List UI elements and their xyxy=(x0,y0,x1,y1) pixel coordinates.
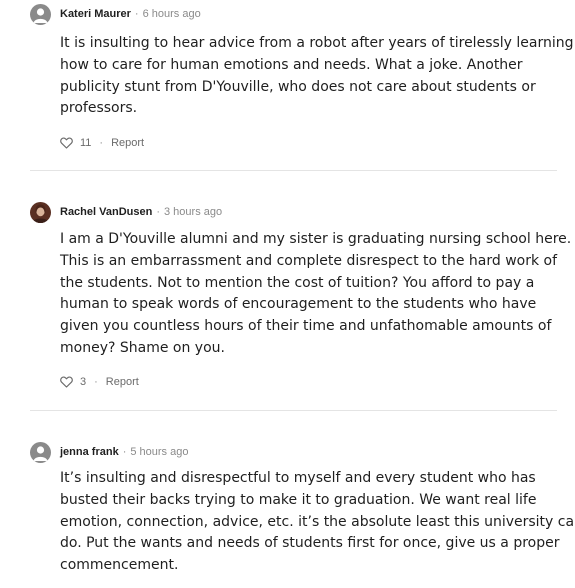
profile-photo xyxy=(32,204,49,223)
comment-body: It’s insulting and disrespectful to myse… xyxy=(60,468,575,577)
comment-header: jenna frank · 5 hours ago xyxy=(30,441,188,463)
comment-author[interactable]: Rachel VanDusen xyxy=(60,206,152,218)
avatar[interactable] xyxy=(30,201,51,223)
comment-body-line: do. Put the wants and needs of students … xyxy=(60,535,560,552)
comment-body-line: This is an embarrassment and complete di… xyxy=(60,252,558,269)
comment-body-line: I am a D'Youville alumni and my sister i… xyxy=(60,231,572,247)
comment-actions: 11 · Report xyxy=(60,135,144,151)
comment-body-line: publicity stunt from D'Youville, who doe… xyxy=(60,78,536,95)
heart-outline-icon xyxy=(60,137,73,149)
meta-separator: · xyxy=(156,206,160,218)
comment-author[interactable]: jenna frank xyxy=(60,446,119,458)
comment-header: Rachel VanDusen · 3 hours ago xyxy=(30,201,222,223)
like-button[interactable]: 3 xyxy=(60,376,86,388)
action-separator: · xyxy=(94,376,98,388)
like-count: 11 xyxy=(80,137,92,149)
comment-actions: 3 · Report xyxy=(60,374,139,390)
comment-body-line: emotion, connection, advice, etc. it’s t… xyxy=(60,513,575,530)
comment-body-line: commencement. xyxy=(60,557,179,574)
comment-body-line: professors. xyxy=(60,100,138,117)
comment-body-line: It is insulting to hear advice from a ro… xyxy=(60,35,574,51)
report-link[interactable]: Report xyxy=(111,137,144,149)
comment-body-line: money? Shame on you. xyxy=(60,339,225,356)
comment-body-line: how to care for human emotions and needs… xyxy=(60,56,523,73)
comment-body: I am a D'Youville alumni and my sister i… xyxy=(60,229,572,360)
avatar[interactable] xyxy=(30,3,51,25)
comment-body: It is insulting to hear advice from a ro… xyxy=(60,33,574,120)
action-separator: · xyxy=(99,137,104,149)
comment-timestamp: 3 hours ago xyxy=(164,206,223,218)
avatar[interactable] xyxy=(30,441,51,463)
comment-timestamp: 6 hours ago xyxy=(142,8,201,20)
comment-header: Kateri Maurer · 6 hours ago xyxy=(30,3,201,25)
meta-separator: · xyxy=(134,8,139,20)
report-link[interactable]: Report xyxy=(106,376,139,388)
like-count: 3 xyxy=(80,376,87,388)
meta-separator: · xyxy=(122,446,127,458)
comment-body-line: given you countless hours of their time … xyxy=(60,318,552,335)
user-silhouette-icon xyxy=(33,445,48,461)
user-silhouette-icon xyxy=(33,7,48,23)
heart-outline-icon xyxy=(60,376,73,388)
comment-author[interactable]: Kateri Maurer xyxy=(60,8,131,20)
divider xyxy=(30,170,557,171)
like-button[interactable]: 11 xyxy=(60,137,91,149)
comment-body-line: human to speak words of encouragement to… xyxy=(60,296,537,313)
comment-body-line: It’s insulting and disrespectful to myse… xyxy=(60,470,536,486)
comment-timestamp: 5 hours ago xyxy=(130,446,189,458)
comment-body-line: busted their backs trying to make it to … xyxy=(60,491,537,508)
comment-body-line: the students. Not to mention the cost of… xyxy=(60,274,535,291)
divider xyxy=(30,410,557,411)
